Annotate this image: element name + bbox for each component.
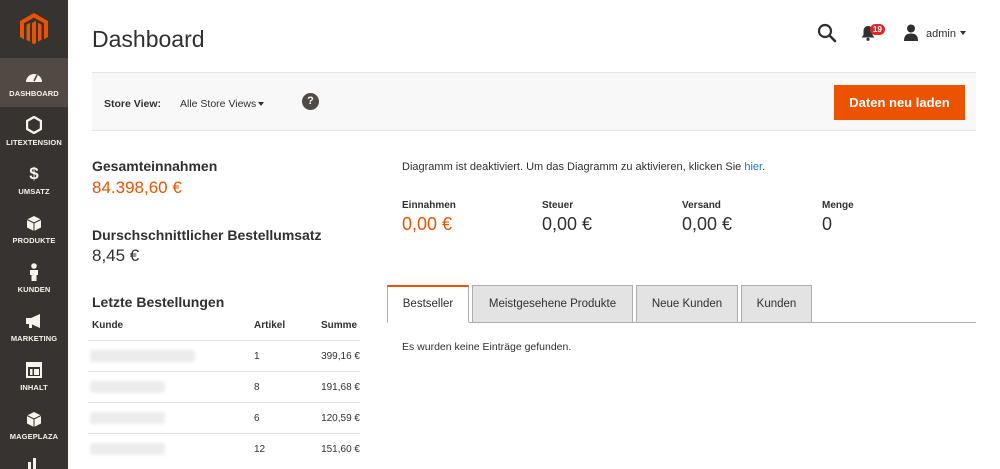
- col-header-items: Artikel: [254, 320, 286, 331]
- store-view-label: Store View:: [104, 98, 161, 110]
- cube-icon: [25, 410, 43, 428]
- dashboard-gauge-icon: [25, 67, 43, 85]
- customer-name-redacted: [90, 443, 165, 455]
- user-icon[interactable]: [903, 24, 919, 41]
- user-menu-caret-icon[interactable]: [960, 31, 966, 35]
- col-header-customer: Kunde: [92, 320, 124, 331]
- metric-tax-value: 0,00 €: [542, 214, 593, 234]
- nav-label: PRODUKTE: [12, 236, 56, 245]
- order-items: 8: [254, 382, 260, 393]
- nav-label: MARKETING: [10, 334, 58, 343]
- customer-name-redacted: [90, 381, 165, 393]
- nav-kunden[interactable]: KUNDEN: [0, 254, 68, 303]
- total-revenue-label: Gesamteinnahmen: [92, 158, 218, 174]
- user-menu-name[interactable]: admin: [926, 28, 956, 40]
- order-total: 151,60 €: [321, 444, 360, 455]
- magento-logo-icon: [20, 13, 48, 45]
- tab-customers[interactable]: Kunden: [741, 285, 812, 323]
- nav-label: UMSATZ: [18, 187, 50, 196]
- search-icon[interactable]: [817, 23, 837, 43]
- metric-tax-label: Steuer: [542, 200, 574, 211]
- metric-revenue-label: Einnahmen: [402, 200, 456, 211]
- nav-label: LITEXTENSION: [6, 138, 62, 147]
- nav-umsatz[interactable]: $ UMSATZ: [0, 156, 68, 205]
- order-row[interactable]: 1 399,16 €: [88, 340, 360, 371]
- nav-label: MAGEPLAZA: [9, 432, 59, 441]
- metric-shipping-label: Versand: [682, 200, 721, 211]
- chart-disabled-text: Diagramm ist deaktiviert. Um das Diagram…: [402, 161, 745, 173]
- order-total: 191,68 €: [321, 382, 360, 393]
- customer-name-redacted: [90, 350, 195, 362]
- tab-most-viewed-products[interactable]: Meistgesehene Produkte: [472, 285, 633, 323]
- nav-litextension[interactable]: LITEXTENSION: [0, 107, 68, 156]
- order-total: 399,16 €: [321, 351, 360, 362]
- customer-name-redacted: [90, 412, 165, 424]
- order-row[interactable]: 6 120,59 €: [88, 402, 360, 433]
- nav-label: DASHBOARD: [9, 89, 59, 98]
- avg-order-label: Durschschnittlicher Bestellumsatz: [92, 227, 322, 243]
- megaphone-icon: [25, 312, 43, 330]
- nav-inhalt[interactable]: INHALT: [0, 352, 68, 401]
- reload-data-button[interactable]: Daten neu laden: [834, 85, 965, 120]
- tab-new-customers[interactable]: Neue Kunden: [636, 285, 738, 323]
- chart-disabled-period: .: [762, 161, 766, 173]
- layout-icon: [25, 361, 43, 379]
- chart-disabled-message: Diagramm ist deaktiviert. Um das Diagram…: [402, 161, 765, 173]
- order-row[interactable]: 12 151,60 €: [88, 433, 360, 464]
- box-icon: [25, 214, 43, 232]
- no-records-message: Es wurden keine Einträge gefunden.: [402, 341, 572, 353]
- help-icon[interactable]: ?: [302, 93, 319, 110]
- nav-produkte[interactable]: PRODUKTE: [0, 205, 68, 254]
- order-items: 12: [254, 444, 266, 455]
- enable-chart-link[interactable]: hier: [744, 161, 762, 173]
- metric-shipping-value: 0,00 €: [682, 214, 733, 234]
- admin-sidebar: DASHBOARD LITEXTENSION $ UMSATZ PRODUKTE…: [0, 0, 68, 469]
- nav-reports-partial[interactable]: [0, 450, 68, 469]
- total-revenue-value: 84.398,60 €: [92, 178, 182, 197]
- page-title: Dashboard: [92, 26, 205, 52]
- person-icon: [25, 263, 43, 281]
- avg-order-value: 8,45 €: [92, 246, 140, 265]
- nav-marketing[interactable]: MARKETING: [0, 303, 68, 352]
- metric-quantity-value: 0: [822, 214, 833, 234]
- dollar-icon: $: [29, 164, 39, 183]
- col-header-total: Summe: [321, 320, 358, 331]
- notification-count-badge[interactable]: 19: [870, 24, 885, 35]
- store-view-bar: Store View: Alle Store Views ? Daten neu…: [92, 72, 976, 131]
- bar-chart-icon: [25, 456, 43, 469]
- nav-label: KUNDEN: [17, 285, 51, 294]
- chevron-down-icon[interactable]: [258, 102, 264, 106]
- metric-quantity-label: Menge: [822, 200, 854, 211]
- magento-logo[interactable]: [0, 0, 68, 58]
- nav-mageplaza[interactable]: MAGEPLAZA: [0, 401, 68, 450]
- order-row[interactable]: 8 191,68 €: [88, 371, 360, 402]
- order-items: 6: [254, 413, 260, 424]
- store-view-switcher[interactable]: Alle Store Views: [180, 98, 256, 110]
- tab-bestseller[interactable]: Bestseller: [387, 285, 469, 323]
- nav-dashboard[interactable]: DASHBOARD: [0, 58, 68, 107]
- nav-label: INHALT: [20, 383, 48, 392]
- hexagon-icon: [25, 116, 43, 134]
- metric-revenue-value: 0,00 €: [402, 214, 453, 234]
- last-orders-title: Letzte Bestellungen: [92, 294, 225, 310]
- order-total: 120,59 €: [321, 413, 360, 424]
- order-items: 1: [254, 351, 260, 362]
